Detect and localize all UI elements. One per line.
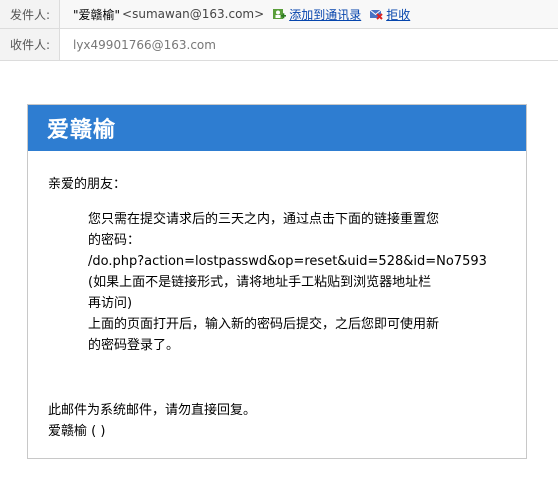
reject-link[interactable]: 拒收 bbox=[386, 6, 410, 23]
sender-name: "爱赣榆" bbox=[73, 7, 121, 22]
reset-link-text: /do.php?action=lostpasswd&op=reset&uid=5… bbox=[88, 254, 487, 269]
body-line: 再访问) bbox=[88, 296, 133, 311]
site-banner: 爱赣榆 bbox=[28, 105, 526, 151]
to-value: lyx49901766@163.com bbox=[60, 38, 216, 52]
add-contact-icon bbox=[273, 9, 287, 19]
from-label: 发件人: bbox=[0, 0, 60, 28]
reject-action[interactable]: 拒收 bbox=[369, 6, 410, 23]
footer-note: 此邮件为系统邮件，请勿直接回复。 bbox=[48, 403, 257, 418]
to-row: 收件人: lyx49901766@163.com bbox=[0, 29, 558, 61]
email-card: 爱赣榆 亲爱的朋友： 您只需在提交请求后的三天之内，通过点击下面的链接重置您 的… bbox=[27, 104, 527, 459]
greeting: 亲爱的朋友： bbox=[48, 177, 127, 192]
reject-icon bbox=[369, 9, 383, 20]
add-contact-link[interactable]: 添加到通讯录 bbox=[289, 6, 361, 23]
instructions: 您只需在提交请求后的三天之内，通过点击下面的链接重置您 的密码： /do.php… bbox=[88, 209, 487, 356]
from-row: 发件人: "爱赣榆" <sumawan@163.com> 添加到通讯录 拒收 bbox=[0, 0, 558, 29]
sender-email: <sumawan@163.com> bbox=[122, 7, 265, 21]
recipient-email: lyx49901766@163.com bbox=[73, 37, 216, 52]
from-value: "爱赣榆" <sumawan@163.com> 添加到通讯录 拒收 bbox=[60, 6, 410, 23]
to-label: 收件人: bbox=[0, 29, 60, 60]
body-line: 您只需在提交请求后的三天之内，通过点击下面的链接重置您 bbox=[88, 212, 440, 227]
body-line: (如果上面不是链接形式，请将地址手工粘贴到浏览器地址栏 bbox=[88, 275, 432, 290]
body-line: 的密码： bbox=[88, 233, 141, 248]
site-name: 爱赣榆 bbox=[47, 118, 117, 143]
body-line: 上面的页面打开后，输入新的密码后提交，之后您即可使用新 bbox=[88, 317, 440, 332]
signature: 爱赣榆 ( ) bbox=[48, 424, 106, 439]
add-contact-action[interactable]: 添加到通讯录 bbox=[272, 6, 361, 23]
body-line: 的密码登录了。 bbox=[88, 338, 180, 353]
